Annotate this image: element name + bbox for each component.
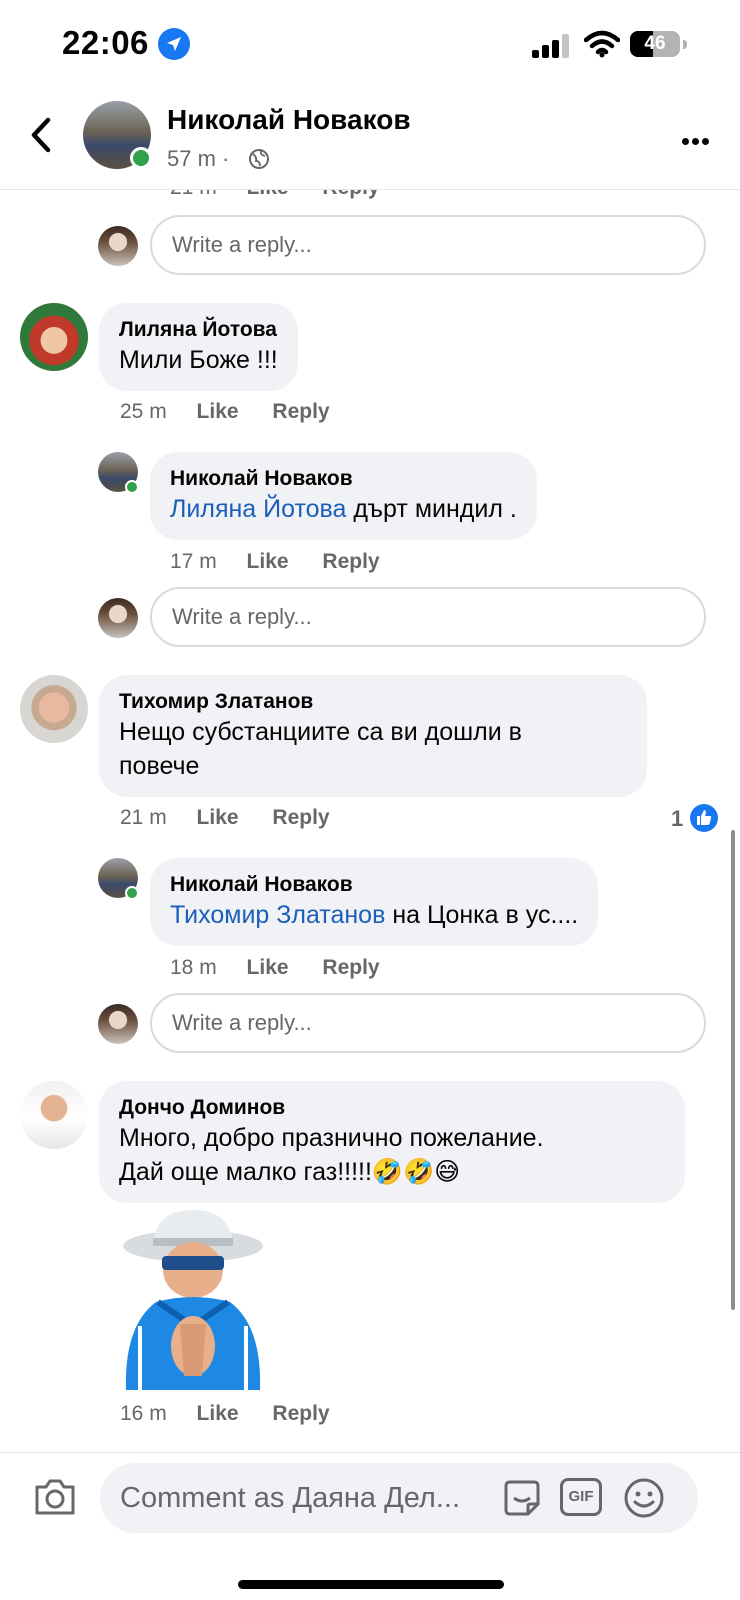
battery-icon: 46: [630, 31, 680, 57]
emoji-icon[interactable]: [622, 1476, 666, 1520]
author-name[interactable]: Николай Новаков: [167, 104, 411, 136]
reply-link[interactable]: Reply: [322, 550, 379, 573]
reply-text: на Цонка в ус....: [385, 901, 579, 929]
reply-author[interactable]: Николай Новаков: [170, 872, 578, 898]
reply-time: 17 m: [170, 550, 217, 573]
mention-link[interactable]: Лиляна Йотова: [170, 495, 346, 523]
cellular-signal-icon: [532, 34, 572, 58]
post-age: 57 m: [167, 146, 216, 171]
reply-bubble: Николай Новаков Лиляна Йотова дърт минди…: [150, 452, 537, 540]
comment-meta-row: 25 m Like Reply: [120, 400, 358, 424]
comment-time: 21 m: [120, 806, 167, 829]
reply-link[interactable]: Reply: [322, 956, 379, 979]
write-reply-box[interactable]: [150, 215, 706, 275]
comment-time: 21 m: [170, 190, 217, 199]
commenter-avatar[interactable]: [20, 303, 88, 371]
online-status-dot: [125, 886, 139, 900]
comment-input-pill[interactable]: GIF: [100, 1463, 698, 1533]
comment-text-line: повече: [119, 752, 200, 780]
comment-bubble: Лиляна Йотова Мили Боже !!!: [99, 303, 298, 391]
mention-link[interactable]: Тихомир Златанов: [170, 901, 385, 929]
reply-link[interactable]: Reply: [272, 806, 329, 829]
reply-link[interactable]: Reply: [272, 400, 329, 423]
like-reaction-icon[interactable]: [690, 804, 718, 832]
like-link[interactable]: Like: [247, 190, 289, 199]
like-link[interactable]: Like: [247, 550, 289, 573]
like-link[interactable]: Like: [197, 806, 239, 829]
location-arrow-icon: [158, 28, 190, 60]
comment-time: 25 m: [120, 400, 167, 423]
comments-feed: 21 m Like Reply Лиляна Йотова Мили Боже …: [0, 190, 740, 1452]
reply-meta-row: 17 m Like Reply: [170, 550, 408, 574]
my-avatar: [98, 598, 138, 638]
comment-author[interactable]: Лиляна Йотова: [119, 317, 278, 343]
comment-composer: GIF: [0, 1452, 740, 1600]
camera-icon[interactable]: [33, 1477, 77, 1517]
my-avatar: [98, 226, 138, 266]
like-link[interactable]: Like: [197, 1402, 239, 1425]
reply-bubble: Николай Новаков Тихомир Златанов на Цонк…: [150, 858, 599, 946]
comment-text-line: Нещо субстанциите са ви дошли в: [119, 718, 522, 746]
write-reply-box[interactable]: [150, 587, 706, 647]
partial-meta-row: 21 m Like Reply: [170, 190, 408, 200]
write-reply-input[interactable]: [152, 995, 704, 1051]
reply-time: 18 m: [170, 956, 217, 979]
comment-meta-row: 16 m Like Reply: [120, 1402, 358, 1426]
reaction-count[interactable]: 1: [671, 806, 683, 832]
post-meta: 57 m ·: [167, 146, 229, 172]
write-reply-input[interactable]: [152, 589, 704, 645]
like-link[interactable]: Like: [247, 956, 289, 979]
battery-percent: 46: [644, 33, 666, 54]
status-bar: 22:06 46: [0, 0, 740, 90]
meta-separator: ·: [222, 146, 230, 171]
scrollbar[interactable]: [731, 830, 735, 1310]
wifi-icon: [584, 30, 620, 58]
comment-time: 16 m: [120, 1402, 167, 1425]
reply-author[interactable]: Николай Новаков: [170, 466, 517, 492]
reply-text: дърт миндил .: [346, 495, 517, 523]
comment-bubble: Тихомир Златанов Нещо субстанциите са ви…: [99, 675, 647, 797]
sticker-image[interactable]: [118, 1206, 268, 1390]
comment-author[interactable]: Дончо Доминов: [119, 1095, 665, 1121]
write-reply-box[interactable]: [150, 993, 706, 1053]
commenter-avatar[interactable]: [20, 675, 88, 743]
back-chevron-icon[interactable]: [28, 116, 54, 154]
reply-meta-row: 18 m Like Reply: [170, 956, 408, 980]
more-icon[interactable]: [682, 132, 712, 150]
reply-link[interactable]: Reply: [322, 190, 379, 199]
online-status-dot: [130, 147, 152, 169]
write-reply-input[interactable]: [152, 217, 704, 273]
comment-text-line: Много, добро празнично пожелание.: [119, 1124, 544, 1152]
reply-link[interactable]: Reply: [272, 1402, 329, 1425]
status-time: 22:06: [62, 24, 149, 61]
comment-text-line: Дай още малко газ!!!!!🤣🤣😅: [119, 1158, 461, 1186]
comment-bubble: Дончо Доминов Много, добро празнично пож…: [99, 1081, 685, 1203]
my-avatar: [98, 1004, 138, 1044]
like-link[interactable]: Like: [197, 400, 239, 423]
comment-meta-row: 21 m Like Reply: [120, 806, 358, 830]
comment-input[interactable]: [120, 1463, 500, 1533]
globe-icon: [249, 149, 269, 169]
home-indicator: [238, 1580, 504, 1589]
comment-author[interactable]: Тихомир Златанов: [119, 689, 627, 715]
gif-icon[interactable]: GIF: [560, 1478, 602, 1516]
commenter-avatar[interactable]: [20, 1081, 88, 1149]
sticker-icon[interactable]: [500, 1476, 544, 1520]
online-status-dot: [125, 480, 139, 494]
battery-cap: [683, 40, 687, 49]
comment-text: Мили Боже !!!: [119, 346, 278, 374]
post-header: Николай Новаков 57 m ·: [0, 90, 740, 190]
